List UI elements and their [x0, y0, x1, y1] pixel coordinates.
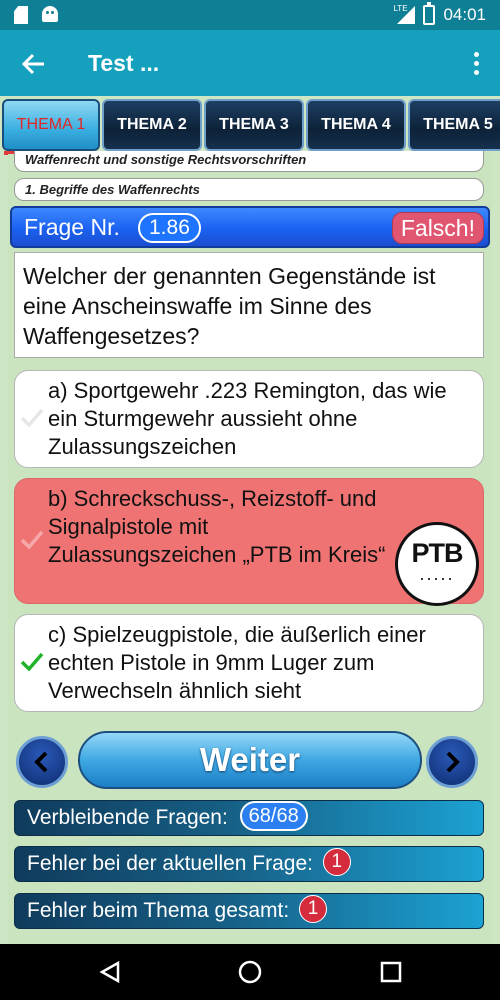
result-badge: Falsch! — [391, 212, 484, 244]
answer-option-b[interactable]: b) Schreckschuss-, Reizstoff- und Signal… — [14, 478, 484, 606]
back-triangle-icon[interactable] — [98, 960, 122, 984]
breadcrumb-topic: 1. Begriffe des Waffenrechts — [14, 178, 484, 201]
home-circle-icon[interactable] — [238, 960, 262, 984]
current-question-errors-count: 1 — [322, 848, 351, 877]
battery-icon — [423, 2, 436, 25]
clock: 04:01 — [443, 5, 486, 24]
answer-text: c) Spielzeugpistole, die äußerlich einer… — [48, 622, 426, 703]
more-options-icon[interactable] — [474, 52, 480, 76]
ptb-badge-dots: ..... — [419, 564, 455, 584]
topic-tabs: THEMA 1 THEMA 2 THEMA 3 THEMA 4 THEMA 5 — [0, 96, 500, 154]
android-icon — [42, 6, 58, 22]
answer-option-c[interactable]: c) Spielzeugpistole, die äußerlich einer… — [14, 614, 484, 712]
current-question-errors-bar: Fehler bei der aktuellen Frage: 1 — [14, 846, 484, 882]
tab-thema-1[interactable]: THEMA 1 — [2, 99, 100, 151]
forward-button[interactable] — [426, 736, 478, 788]
sd-card-icon — [14, 6, 28, 24]
chevron-right-icon — [446, 751, 460, 773]
question-panel: Waffenrecht und sonstige Rechtsvorschrif… — [8, 151, 492, 944]
network-type: LTE — [393, 4, 408, 13]
answer-text: b) Schreckschuss-, Reizstoff- und Signal… — [48, 486, 386, 567]
system-navigation-bar — [0, 944, 500, 1000]
remaining-questions-bar: Verbleibende Fragen: 68/68 — [14, 800, 484, 836]
tab-thema-2[interactable]: THEMA 2 — [102, 99, 202, 151]
answer-option-a[interactable]: a) Sportgewehr .223 Remington, das wie e… — [14, 370, 484, 468]
next-button[interactable]: Weiter — [78, 731, 422, 789]
topic-errors-count: 1 — [299, 895, 328, 924]
status-bar: LTE 04:01 — [0, 0, 500, 30]
signal-icon: LTE — [393, 4, 416, 24]
check-icon — [20, 652, 44, 671]
ptb-badge: PTB ..... — [395, 522, 479, 606]
remaining-questions-label: Verbleibende Fragen: — [27, 806, 228, 829]
page-title: Test ... — [88, 50, 160, 76]
check-icon — [20, 408, 44, 427]
current-question-errors-label: Fehler bei der aktuellen Frage: — [27, 852, 313, 875]
chevron-left-icon — [34, 751, 48, 773]
tab-thema-5[interactable]: THEMA 5 — [408, 99, 500, 151]
question-header: Frage Nr. 1.86 Falsch! — [10, 206, 490, 248]
app-bar: Test ... — [0, 30, 500, 96]
ptb-badge-text: PTB — [411, 538, 464, 568]
answer-text: a) Sportgewehr .223 Remington, das wie e… — [48, 378, 447, 459]
breadcrumb-section: Waffenrecht und sonstige Rechtsvorschrif… — [14, 151, 484, 172]
tab-thema-4[interactable]: THEMA 4 — [306, 99, 406, 151]
tab-thema-3[interactable]: THEMA 3 — [204, 99, 304, 151]
topic-errors-bar: Fehler beim Thema gesamt: 1 — [14, 893, 484, 929]
question-number-badge: 1.86 — [138, 213, 201, 243]
recents-square-icon[interactable] — [379, 960, 403, 984]
question-label: Frage Nr. — [24, 214, 120, 240]
back-arrow-icon[interactable] — [20, 50, 48, 78]
previous-button[interactable] — [16, 736, 68, 788]
check-icon — [20, 530, 44, 549]
question-text: Welcher der genannten Gegenstände ist ei… — [14, 252, 484, 358]
remaining-questions-count: 68/68 — [239, 801, 308, 832]
topic-errors-label: Fehler beim Thema gesamt: — [27, 899, 290, 922]
